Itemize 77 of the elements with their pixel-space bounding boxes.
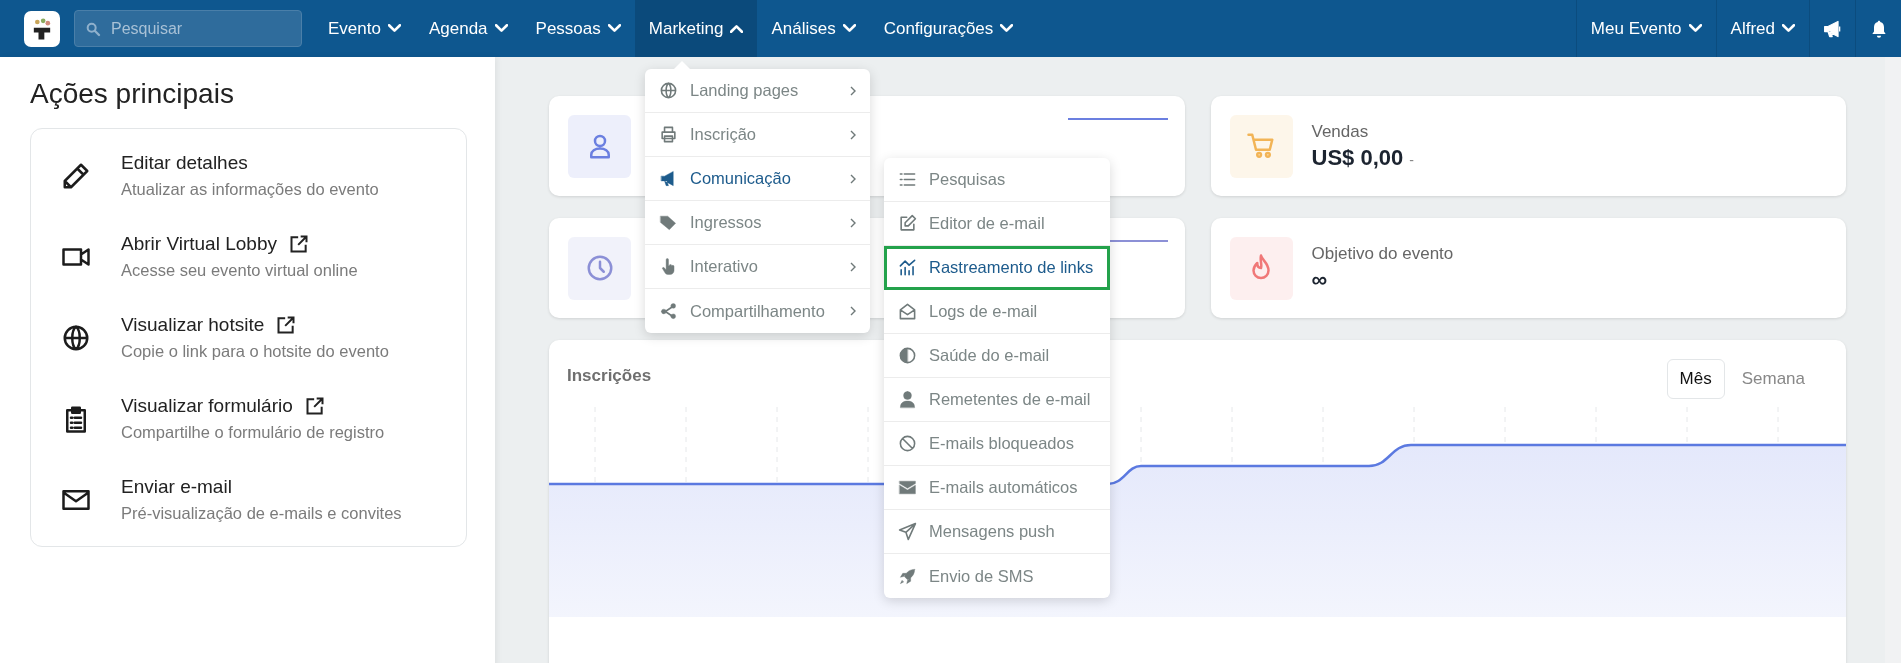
- nav-menu-item[interactable]: Agenda: [414, 0, 522, 57]
- bar-chart-icon: [898, 258, 917, 277]
- list-icon: [898, 170, 917, 189]
- chevron-down-icon: [494, 24, 508, 33]
- nav-menu-item[interactable]: Evento: [314, 0, 415, 57]
- nav-menu-item[interactable]: Pessoas: [521, 0, 635, 57]
- half-circle-icon: [898, 346, 917, 365]
- envelope-icon: [898, 478, 917, 497]
- submenu-item[interactable]: Saúde do e-mail: [884, 334, 1110, 378]
- chevron-right-icon: [850, 129, 856, 140]
- dropdown-menu-item[interactable]: Interativo: [645, 245, 870, 289]
- submenu-item[interactable]: Logs de e-mail: [884, 290, 1110, 334]
- action-description: Compartilhe o formulário de registro: [121, 423, 385, 442]
- chevron-down-icon: [607, 24, 621, 33]
- submenu-item[interactable]: Rastreamento de links: [884, 246, 1110, 290]
- open-envelope-icon: [898, 302, 917, 321]
- action-description: Copie o link para o hotsite do evento: [121, 342, 389, 361]
- period-tab[interactable]: Mês: [1666, 359, 1725, 399]
- chevron-right-icon: [850, 173, 856, 184]
- stat-value: US$ 0,00: [1311, 144, 1404, 171]
- action-description: Atualizar as informações do evento: [121, 180, 379, 199]
- globe-icon: [659, 81, 678, 100]
- chart-title: Inscrições: [567, 366, 652, 387]
- chevron-up-icon: [730, 24, 744, 33]
- app-logo[interactable]: [24, 10, 60, 47]
- chevron-right-icon: [850, 217, 856, 228]
- rocket-icon: [898, 566, 917, 586]
- submenu-item[interactable]: E-mails bloqueados: [884, 422, 1110, 466]
- submenu-item[interactable]: E-mails automáticos: [884, 466, 1110, 510]
- submenu-item[interactable]: Remetentes de e-mail: [884, 378, 1110, 422]
- submenu-item[interactable]: Pesquisas: [884, 158, 1110, 202]
- share-icon: [659, 301, 678, 321]
- ban-icon: [898, 434, 917, 453]
- dropdown-menu-item[interactable]: Ingressos: [645, 201, 870, 245]
- megaphone-icon: [1822, 18, 1843, 39]
- nav-menu-item[interactable]: Meu Evento: [1575, 0, 1716, 57]
- chevron-right-icon: [850, 306, 856, 316]
- action-link[interactable]: Enviar e-mail: [121, 476, 232, 498]
- action-link[interactable]: Visualizar formulário: [121, 395, 293, 417]
- chevron-down-icon: [842, 24, 856, 33]
- action-link[interactable]: Visualizar hotsite: [121, 314, 265, 336]
- nav-menu-item[interactable]: Análises: [757, 0, 870, 57]
- submenu-item[interactable]: Mensagens push: [884, 510, 1110, 554]
- nav-menu-item[interactable]: Alfred: [1715, 0, 1809, 57]
- tag-icon: [659, 213, 678, 232]
- search-icon: [85, 21, 101, 37]
- chevron-right-icon: [850, 85, 856, 96]
- chevron-down-icon: [387, 24, 401, 33]
- stat-label: Objetivo do evento: [1311, 243, 1454, 264]
- stat-value: ∞: [1311, 266, 1328, 293]
- nav-menu-item[interactable]: Configurações: [869, 0, 1028, 57]
- dropdown-menu-item[interactable]: Comunicação: [645, 157, 870, 201]
- chevron-down-icon: [1782, 24, 1795, 33]
- action-description: Pré-visualização de e-mails e convites: [121, 504, 402, 523]
- dropdown-menu-item[interactable]: Compartilhamento: [645, 289, 870, 333]
- chevron-right-icon: [850, 261, 856, 272]
- pointing-hand-icon: [659, 257, 678, 276]
- stat-label: Vendas: [1311, 121, 1370, 142]
- paper-plane-icon: [898, 522, 917, 541]
- dropdown-menu-item[interactable]: Inscrição: [645, 113, 870, 157]
- action-link[interactable]: Editar detalhes: [121, 152, 248, 174]
- submenu-item[interactable]: Envio de SMS: [884, 554, 1110, 598]
- chevron-down-icon: [1688, 24, 1702, 33]
- printer-icon: [659, 125, 678, 144]
- submenu-item[interactable]: Editor de e-mail: [884, 202, 1110, 246]
- action-description: Acesse seu evento virtual online: [121, 261, 358, 280]
- cart-icon: [1246, 131, 1276, 161]
- nav-menu-item[interactable]: Marketing: [634, 0, 758, 57]
- dropdown-menu-item[interactable]: Landing pages: [645, 69, 870, 113]
- period-tab[interactable]: Semana: [1728, 359, 1818, 399]
- user-icon: [898, 390, 917, 409]
- chevron-down-icon: [1000, 24, 1014, 33]
- sidebar-title: Ações principais: [30, 77, 235, 111]
- stat-change: -: [1409, 151, 1414, 168]
- edit-icon: [898, 214, 917, 233]
- search-field[interactable]: Pesquisar: [74, 10, 302, 47]
- action-link[interactable]: Abrir Virtual Lobby: [121, 233, 277, 255]
